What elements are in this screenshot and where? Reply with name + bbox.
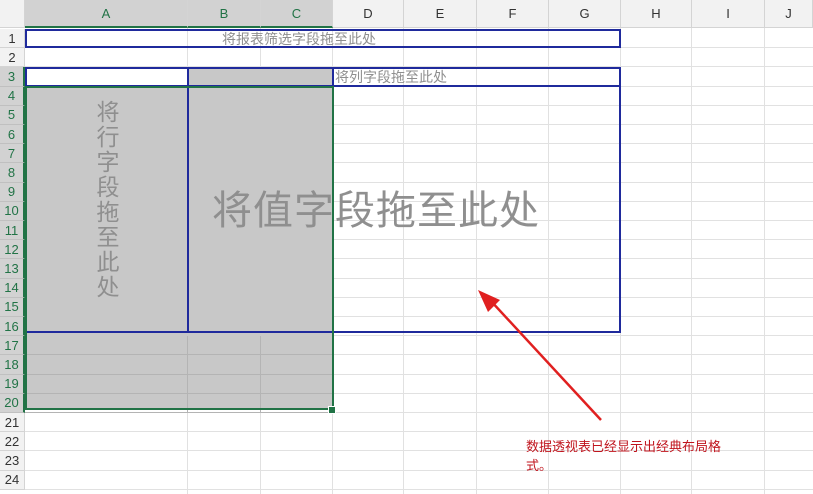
column-header-b[interactable]: B xyxy=(188,0,261,28)
row-header-6[interactable]: 6 xyxy=(0,125,25,145)
column-header-d[interactable]: D xyxy=(333,0,404,28)
row-header-3[interactable]: 3 xyxy=(0,67,25,87)
column-header-c[interactable]: C xyxy=(261,0,333,28)
row-header-10[interactable]: 10 xyxy=(0,201,25,221)
row-header-9[interactable]: 9 xyxy=(0,182,25,202)
column-header-i[interactable]: I xyxy=(692,0,765,28)
row-header-16[interactable]: 16 xyxy=(0,317,25,337)
row-header-23[interactable]: 23 xyxy=(0,451,25,471)
row-header-24[interactable]: 24 xyxy=(0,470,25,490)
row-header-20[interactable]: 20 xyxy=(0,393,25,413)
row-gridline xyxy=(25,431,813,433)
row-header-8[interactable]: 8 xyxy=(0,163,25,183)
row-header-4[interactable]: 4 xyxy=(0,86,25,106)
row-header-14[interactable]: 14 xyxy=(0,278,25,298)
cell-selection-outline xyxy=(25,86,334,410)
annotation-line-1: 数据透视表已经显示出经典布局格 xyxy=(526,440,722,455)
row-header-5[interactable]: 5 xyxy=(0,105,25,125)
row-header-19[interactable]: 19 xyxy=(0,374,25,394)
column-header-e[interactable]: E xyxy=(404,0,477,28)
row-gridline xyxy=(25,488,813,490)
spreadsheet: ABCDEFGHIJ 1 2 3 4 5 6 7 8 9 10 11 12 13 14 15 16 17 18 19… xyxy=(0,0,813,494)
select-all-corner[interactable] xyxy=(0,0,25,28)
row-header-11[interactable]: 11 xyxy=(0,221,25,241)
column-header-h[interactable]: H xyxy=(621,0,692,28)
row-header-1[interactable]: 1 xyxy=(0,29,25,49)
annotation-line-2: 式。 xyxy=(526,459,553,474)
annotation-text: 数据透视表已经显示出经典布局格 式。 xyxy=(526,438,721,476)
column-gridline xyxy=(691,28,692,494)
fill-handle[interactable] xyxy=(328,406,336,414)
column-header-a[interactable]: A xyxy=(25,0,188,28)
row-header-21[interactable]: 21 xyxy=(0,413,25,433)
row-header-17[interactable]: 17 xyxy=(0,336,25,356)
filter-drop-label: 将报表筛选字段拖至此处 xyxy=(222,32,376,48)
column-gridline xyxy=(764,28,765,494)
selection-gridline xyxy=(25,412,333,413)
column-header-f[interactable]: F xyxy=(477,0,549,28)
row-header-12[interactable]: 12 xyxy=(0,240,25,260)
row-header-2[interactable]: 2 xyxy=(0,48,25,68)
column-header-g[interactable]: G xyxy=(549,0,621,28)
row-header-18[interactable]: 18 xyxy=(0,355,25,375)
row-header-7[interactable]: 7 xyxy=(0,144,25,164)
row-header-15[interactable]: 15 xyxy=(0,297,25,317)
column-drop-label[interactable]: 将列字段拖至此处 xyxy=(335,67,447,87)
column-header-j[interactable]: J xyxy=(765,0,813,28)
row-header-13[interactable]: 13 xyxy=(0,259,25,279)
row-header-22[interactable]: 22 xyxy=(0,432,25,452)
